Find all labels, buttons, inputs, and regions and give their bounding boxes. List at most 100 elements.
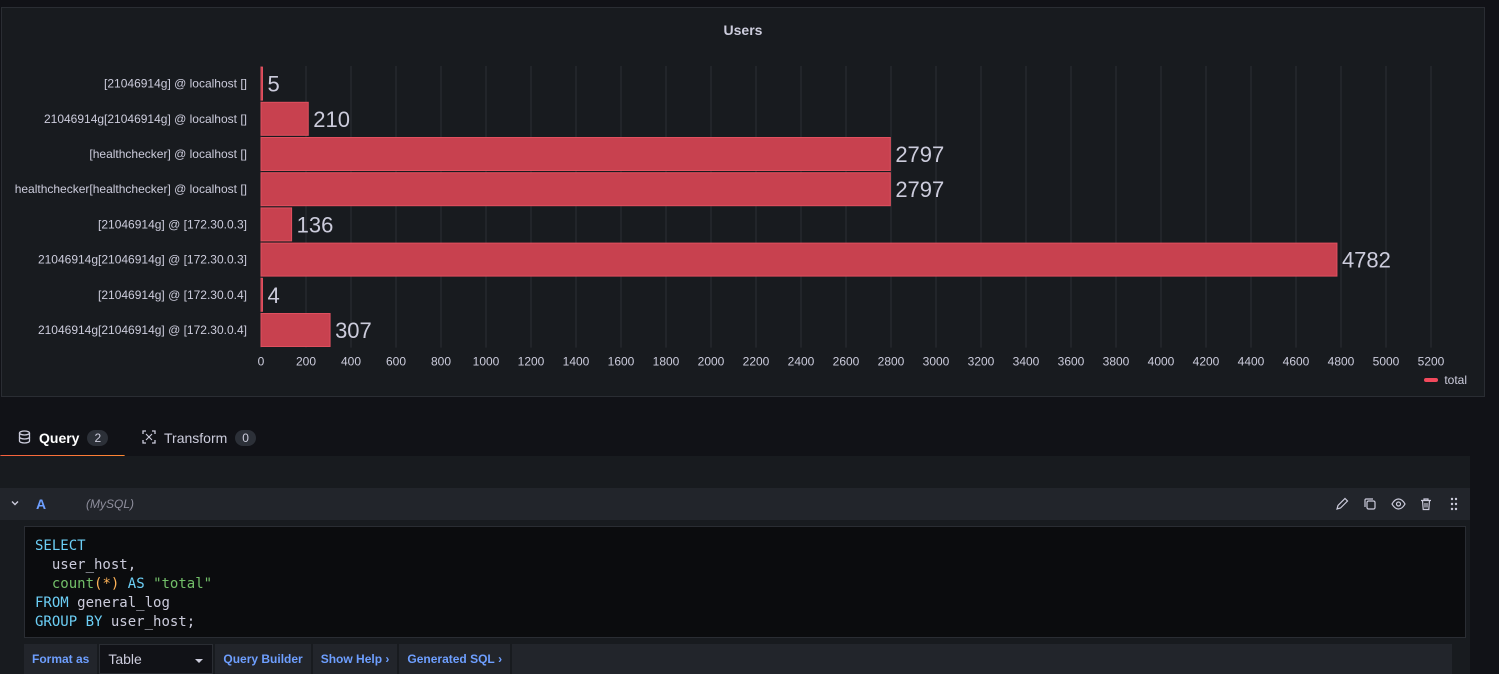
- y-category-label: healthchecker[healthchecker] @ localhost…: [15, 182, 247, 196]
- bar: [260, 66, 263, 101]
- chevron-right-icon: ›: [498, 652, 503, 666]
- x-tick-label: 1000: [473, 355, 500, 369]
- x-tick-label: 800: [431, 355, 451, 369]
- sql-count-close: ): [110, 576, 120, 592]
- bar: [260, 172, 891, 207]
- sql-as: AS: [127, 576, 145, 592]
- format-as-select[interactable]: Table: [99, 644, 214, 674]
- x-tick-label: 2800: [878, 355, 905, 369]
- sql-col1: user_host,: [51, 557, 137, 573]
- x-tick-label: 5000: [1373, 355, 1400, 369]
- sql-group-col: user_host;: [110, 614, 196, 630]
- caret-down-icon: [194, 651, 204, 667]
- chart-legend[interactable]: total: [1424, 373, 1467, 387]
- y-category-label: 21046914g[21046914g] @ [172.30.0.3]: [38, 253, 247, 267]
- format-as-value: Table: [108, 651, 142, 667]
- format-as-label: Format as: [24, 644, 98, 674]
- query-builder-button[interactable]: Query Builder: [215, 644, 311, 674]
- copy-icon[interactable]: [1362, 496, 1378, 512]
- legend-swatch: [1424, 378, 1439, 382]
- tab-query[interactable]: Query 2: [0, 420, 125, 458]
- x-tick-label: 3600: [1058, 355, 1085, 369]
- x-tick-label: 1400: [563, 355, 590, 369]
- x-tick-label: 0: [258, 355, 265, 369]
- x-tick-label: 4600: [1283, 355, 1310, 369]
- y-category-label: [21046914g] @ localhost []: [104, 77, 247, 91]
- show-help-button[interactable]: Show Help ›: [312, 644, 398, 674]
- sql-from: FROM: [35, 595, 69, 611]
- query-tabs: Query 2 Transform 0: [0, 420, 1499, 458]
- bar: [260, 207, 293, 242]
- bar-value-label: 307: [335, 318, 372, 343]
- sql-alias: "total": [153, 576, 213, 592]
- bar: [260, 101, 309, 136]
- x-tick-label: 5200: [1418, 355, 1445, 369]
- x-tick-label: 1800: [653, 355, 680, 369]
- sql-code-editor[interactable]: SELECT user_host, count(*) AS "total" FR…: [24, 526, 1466, 638]
- y-category-label: [21046914g] @ [172.30.0.4]: [98, 288, 247, 302]
- sql-table: general_log: [77, 595, 170, 611]
- y-category-label: 21046914g[21046914g] @ localhost []: [44, 112, 247, 126]
- bar-value-label: 2797: [895, 177, 944, 202]
- tab-transform-count: 0: [235, 430, 256, 446]
- query-datasource: (MySQL): [86, 497, 134, 511]
- sql-select: SELECT: [35, 538, 86, 554]
- transform-icon: [142, 429, 156, 447]
- bar-value-label: 5: [268, 72, 280, 97]
- query-toolbar: Format as Table Query Builder Show Help …: [24, 644, 1453, 674]
- toolbar-filler: [512, 644, 1453, 674]
- bar-value-label: 136: [297, 212, 334, 237]
- drag-handle-icon[interactable]: [1446, 496, 1462, 512]
- x-tick-label: 3200: [968, 355, 995, 369]
- x-tick-label: 4400: [1238, 355, 1265, 369]
- x-tick-label: 4800: [1328, 355, 1355, 369]
- bar: [260, 242, 1338, 277]
- bar-value-label: 210: [313, 107, 350, 132]
- tab-query-count: 2: [87, 430, 109, 446]
- generated-sql-button[interactable]: Generated SQL ›: [399, 644, 511, 674]
- bar-value-label: 2797: [895, 142, 944, 167]
- bar-chart: 0 200 400 600 800 1000 1200 1400 1600 1800 2000 220…: [15, 66, 1445, 369]
- y-category-label: 21046914g[21046914g] @ [172.30.0.4]: [38, 323, 247, 337]
- sql-count-star: *: [102, 576, 111, 592]
- x-tick-label: 2600: [833, 355, 860, 369]
- query-row-header: A (MySQL): [0, 488, 1470, 520]
- bar: [260, 137, 891, 171]
- x-tick-label: 1200: [518, 355, 545, 369]
- pencil-icon[interactable]: [1334, 496, 1350, 512]
- tab-query-label: Query: [39, 430, 80, 446]
- query-editor-area: A (MySQL) SELECT user_host, count(*) AS …: [0, 456, 1470, 674]
- sql-group-by: GROUP BY: [35, 614, 103, 630]
- bar: [260, 313, 331, 347]
- database-icon: [18, 429, 31, 447]
- x-tick-label: 200: [296, 355, 316, 369]
- eye-icon[interactable]: [1390, 496, 1406, 512]
- x-tick-label: 1600: [608, 355, 635, 369]
- x-tick-label: 4000: [1148, 355, 1175, 369]
- chevron-right-icon: ›: [385, 652, 390, 666]
- y-category-label: [21046914g] @ [172.30.0.3]: [98, 217, 247, 231]
- y-category-label: [healthchecker] @ localhost []: [89, 147, 247, 161]
- bar: [260, 277, 263, 312]
- bar-chart-panel: Users 0 200 400 600 800 1000 1200 1400 1600 1800 2…: [1, 7, 1485, 397]
- tab-transform-label: Transform: [164, 430, 228, 446]
- query-ref-id[interactable]: A: [36, 496, 86, 512]
- x-tick-label: 4200: [1193, 355, 1220, 369]
- x-tick-label: 2400: [788, 355, 815, 369]
- query-builder-label: Query Builder: [223, 652, 303, 666]
- chevron-down-icon[interactable]: [0, 497, 30, 511]
- sql-count-fn: count: [51, 576, 95, 592]
- x-tick-label: 2200: [743, 355, 770, 369]
- x-tick-label: 2000: [698, 355, 725, 369]
- x-tick-label: 600: [386, 355, 406, 369]
- tab-transform[interactable]: Transform 0: [142, 420, 256, 456]
- legend-label: total: [1444, 373, 1467, 387]
- x-tick-label: 3800: [1103, 355, 1130, 369]
- x-tick-label: 400: [341, 355, 361, 369]
- x-tick-label: 3000: [923, 355, 950, 369]
- generated-sql-label: Generated SQL: [407, 652, 495, 666]
- x-tick-label: 3400: [1013, 355, 1040, 369]
- show-help-label: Show Help: [320, 652, 383, 666]
- bar-value-label: 4: [268, 283, 280, 308]
- trash-icon[interactable]: [1418, 496, 1434, 512]
